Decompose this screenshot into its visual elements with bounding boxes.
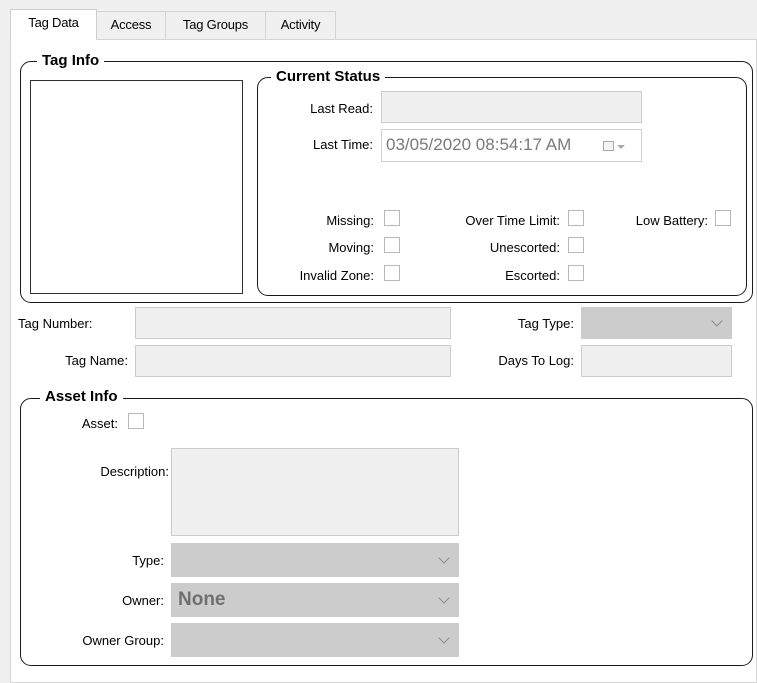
chevron-down-icon[interactable] bbox=[711, 315, 723, 327]
tab-tag-groups[interactable]: Tag Groups bbox=[165, 11, 266, 39]
chevron-down-icon[interactable] bbox=[438, 552, 450, 564]
calendar-icon[interactable] bbox=[603, 141, 614, 151]
owner-group-select[interactable] bbox=[171, 623, 459, 657]
chevron-down-icon[interactable] bbox=[617, 145, 625, 149]
tab-activity[interactable]: Activity bbox=[265, 11, 336, 39]
unescorted-checkbox[interactable] bbox=[568, 237, 584, 253]
moving-checkbox[interactable] bbox=[384, 237, 400, 253]
chevron-down-icon[interactable] bbox=[438, 592, 450, 604]
tab-tag-data[interactable]: Tag Data bbox=[10, 9, 97, 40]
last-time-value: 03/05/2020 08:54:17 AM bbox=[386, 135, 572, 154]
tag-type-label: Tag Type: bbox=[517, 316, 574, 331]
last-read-field[interactable] bbox=[381, 91, 642, 123]
days-to-log-label: Days To Log: bbox=[498, 353, 574, 368]
owner-group-label: Owner Group: bbox=[82, 633, 164, 648]
days-to-log-field[interactable] bbox=[581, 345, 732, 377]
asset-info-title: Asset Info bbox=[40, 389, 123, 405]
last-read-label: Last Read: bbox=[310, 101, 373, 116]
owner-label: Owner: bbox=[122, 593, 164, 608]
moving-label: Moving: bbox=[328, 240, 374, 255]
tab-access[interactable]: Access bbox=[96, 11, 166, 39]
chevron-down-icon[interactable] bbox=[438, 632, 450, 644]
invalid-zone-checkbox[interactable] bbox=[384, 265, 400, 281]
last-time-label: Last Time: bbox=[313, 137, 373, 152]
type-label: Type: bbox=[132, 553, 164, 568]
description-label: Description: bbox=[100, 464, 169, 479]
tag-number-field[interactable] bbox=[135, 307, 451, 339]
tag-name-label: Tag Name: bbox=[65, 353, 128, 368]
tag-picture bbox=[30, 80, 243, 294]
tag-number-label: Tag Number: bbox=[18, 316, 93, 331]
tag-info-title: Tag Info bbox=[37, 53, 105, 69]
over-time-limit-checkbox[interactable] bbox=[568, 210, 584, 226]
missing-label: Missing: bbox=[326, 213, 374, 228]
description-field[interactable] bbox=[171, 448, 459, 536]
asset-checkbox[interactable] bbox=[128, 413, 144, 429]
invalid-zone-label: Invalid Zone: bbox=[299, 268, 374, 283]
owner-value: None bbox=[178, 589, 226, 610]
escorted-checkbox[interactable] bbox=[568, 265, 584, 281]
owner-select[interactable]: None bbox=[171, 583, 459, 617]
tag-type-select[interactable] bbox=[581, 307, 732, 339]
asset-label: Asset: bbox=[81, 416, 118, 431]
current-status-title: Current Status bbox=[271, 69, 386, 85]
type-select[interactable] bbox=[171, 543, 459, 577]
over-time-limit-label: Over Time Limit: bbox=[465, 213, 560, 228]
low-battery-label: Low Battery: bbox=[635, 213, 708, 228]
tag-name-field[interactable] bbox=[135, 345, 451, 377]
missing-checkbox[interactable] bbox=[384, 210, 400, 226]
escorted-label: Escorted: bbox=[505, 268, 560, 283]
last-time-picker[interactable]: 03/05/2020 08:54:17 AM bbox=[381, 129, 642, 162]
low-battery-checkbox[interactable] bbox=[715, 210, 731, 226]
unescorted-label: Unescorted: bbox=[489, 240, 560, 255]
